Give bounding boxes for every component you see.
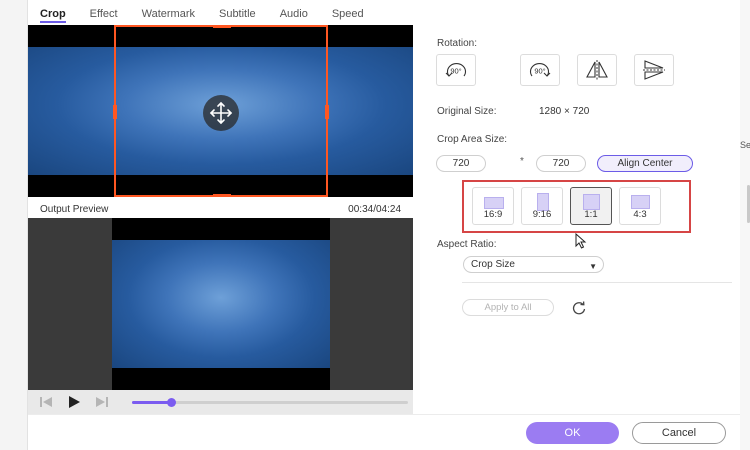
crop-height-input[interactable]: 720 bbox=[536, 155, 586, 172]
crop-area-size-label: Crop Area Size: bbox=[437, 134, 508, 145]
crop-handle-left[interactable] bbox=[113, 105, 117, 119]
original-size-label: Original Size: bbox=[437, 106, 497, 117]
chevron-down-icon: ▼ bbox=[589, 262, 597, 271]
output-preview-image bbox=[112, 240, 330, 368]
crop-handle-right[interactable] bbox=[325, 105, 329, 119]
preset-ratio-group: 16:9 9:16 1:1 4:3 bbox=[462, 180, 691, 233]
crop-selection-box[interactable] bbox=[113, 25, 329, 197]
align-center-button[interactable]: Align Center bbox=[597, 155, 693, 172]
crop-handle-top[interactable] bbox=[213, 25, 231, 28]
output-preview-frame bbox=[112, 218, 330, 390]
timecode: 00:34/04:24 bbox=[348, 203, 401, 215]
size-separator: * bbox=[520, 156, 524, 167]
tab-bar: Crop Effect Watermark Subtitle Audio Spe… bbox=[40, 7, 388, 23]
tab-subtitle[interactable]: Subtitle bbox=[219, 7, 256, 23]
ratio-4-3-button[interactable]: 4:3 bbox=[619, 187, 661, 225]
rotate-right-label: 90° bbox=[534, 67, 545, 76]
aspect-ratio-select[interactable]: Crop Size ▼ bbox=[463, 256, 604, 273]
previous-frame-icon[interactable] bbox=[38, 394, 54, 410]
footer-divider bbox=[28, 414, 740, 415]
ratio-4-3-label: 4:3 bbox=[633, 209, 647, 220]
ok-button[interactable]: OK bbox=[526, 422, 619, 444]
edge-text: Se bbox=[740, 140, 750, 150]
cancel-button[interactable]: Cancel bbox=[632, 422, 726, 444]
tab-speed[interactable]: Speed bbox=[332, 7, 364, 23]
tab-effect[interactable]: Effect bbox=[90, 7, 118, 23]
player-controls bbox=[28, 390, 413, 414]
crop-width-input[interactable]: 720 bbox=[436, 155, 486, 172]
section-divider bbox=[462, 282, 732, 283]
crop-handle-bottom[interactable] bbox=[213, 194, 231, 197]
progress-knob[interactable] bbox=[166, 398, 176, 407]
tab-audio[interactable]: Audio bbox=[280, 7, 308, 23]
original-size-value: 1280 × 720 bbox=[539, 106, 590, 117]
rotate-left-90-icon[interactable]: 90° bbox=[436, 54, 476, 86]
ratio-1-1-button[interactable]: 1:1 bbox=[570, 187, 612, 225]
crop-settings-panel: Rotation: 90° 90° Original Size: 1280 × … bbox=[436, 25, 750, 415]
playback-progress-bar[interactable] bbox=[132, 398, 408, 407]
background-window-strip bbox=[0, 0, 28, 450]
output-preview-label: Output Preview bbox=[40, 203, 109, 215]
tab-watermark[interactable]: Watermark bbox=[142, 7, 195, 23]
next-frame-icon[interactable] bbox=[94, 394, 110, 410]
aspect-ratio-label: Aspect Ratio: bbox=[437, 239, 497, 250]
background-window-edge: Se bbox=[740, 0, 750, 450]
ratio-1-1-label: 1:1 bbox=[584, 209, 598, 220]
flip-vertical-icon[interactable] bbox=[634, 54, 674, 86]
ratio-4-3-icon bbox=[631, 195, 650, 209]
progress-fill bbox=[132, 401, 171, 404]
aspect-ratio-value: Crop Size bbox=[471, 259, 515, 270]
move-icon[interactable] bbox=[203, 95, 239, 131]
ratio-16-9-label: 16:9 bbox=[483, 209, 503, 220]
play-icon[interactable] bbox=[66, 394, 82, 410]
rotation-label: Rotation: bbox=[437, 38, 478, 49]
rotate-right-90-icon[interactable]: 90° bbox=[520, 54, 560, 86]
ratio-16-9-button[interactable]: 16:9 bbox=[472, 187, 514, 225]
output-preview-canvas bbox=[28, 218, 413, 390]
ratio-9-16-button[interactable]: 9:16 bbox=[521, 187, 563, 225]
preview-info-bar: Output Preview 00:34/04:24 bbox=[28, 200, 413, 218]
ratio-1-1-icon bbox=[583, 194, 600, 210]
mouse-pointer-icon bbox=[575, 232, 587, 254]
flip-horizontal-icon[interactable] bbox=[577, 54, 617, 86]
reset-icon[interactable] bbox=[571, 300, 587, 321]
crop-video-canvas bbox=[28, 25, 413, 197]
apply-to-all-button[interactable]: Apply to All bbox=[462, 299, 554, 316]
rotate-left-label: 90° bbox=[450, 67, 461, 76]
ratio-9-16-label: 9:16 bbox=[532, 209, 552, 220]
ratio-16-9-icon bbox=[484, 197, 504, 209]
edit-dialog: Crop Effect Watermark Subtitle Audio Spe… bbox=[28, 0, 750, 450]
tab-crop[interactable]: Crop bbox=[40, 7, 66, 23]
